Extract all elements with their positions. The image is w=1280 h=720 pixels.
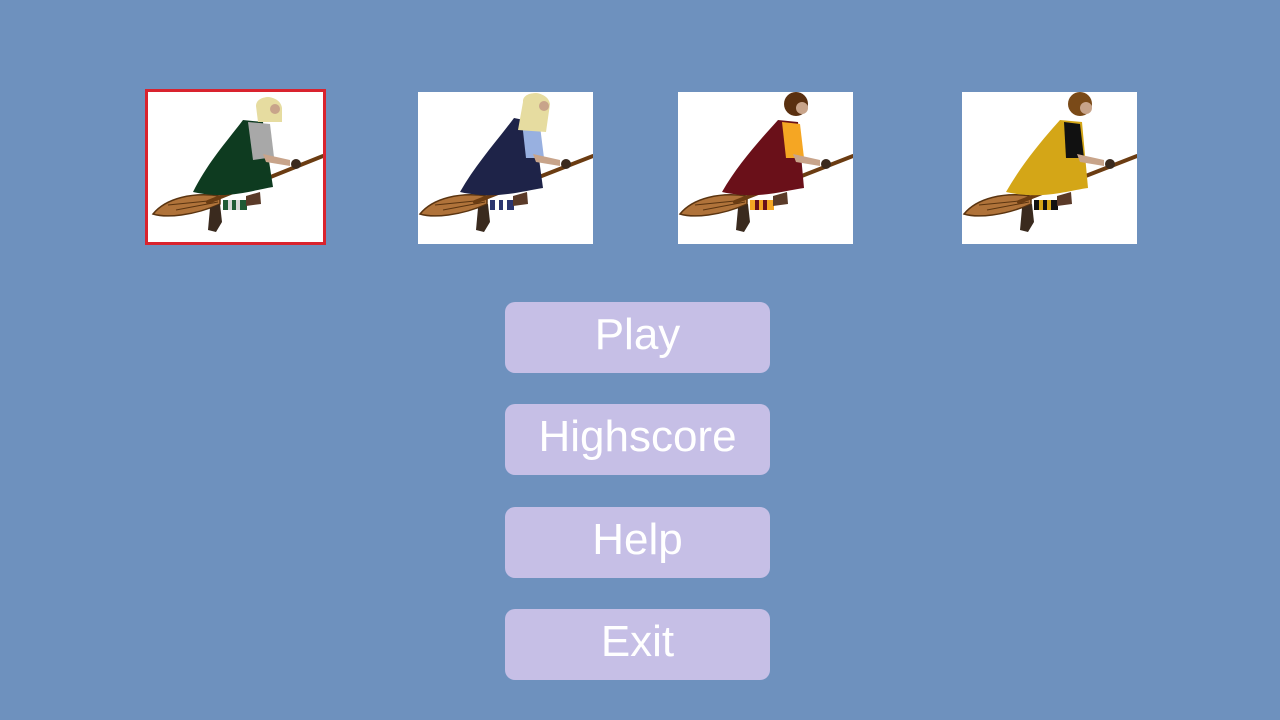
flying-wizard-red-image bbox=[678, 92, 853, 232]
character-select-yellow[interactable] bbox=[962, 92, 1137, 244]
flying-wizard-yellow-image bbox=[962, 92, 1137, 232]
exit-button[interactable]: Exit bbox=[505, 609, 770, 680]
character-select-green[interactable] bbox=[145, 89, 326, 245]
help-button[interactable]: Help bbox=[505, 507, 770, 578]
flying-witch-green-image bbox=[151, 97, 323, 232]
character-select-red[interactable] bbox=[678, 92, 853, 244]
character-select-blue[interactable] bbox=[418, 92, 593, 244]
highscore-button[interactable]: Highscore bbox=[505, 404, 770, 475]
play-button[interactable]: Play bbox=[505, 302, 770, 373]
flying-witch-blue-image bbox=[418, 93, 593, 232]
